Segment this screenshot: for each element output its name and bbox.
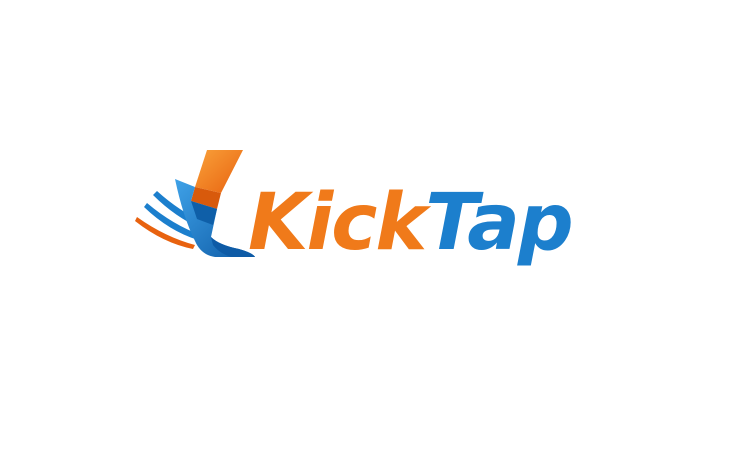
wordmark-tap: Tap (425, 178, 573, 268)
wordmark-kick: Kick (248, 178, 427, 268)
running-leg-icon (135, 150, 255, 257)
kicktap-logo: KickTap (135, 145, 574, 270)
wordmark: KickTap (248, 175, 574, 275)
